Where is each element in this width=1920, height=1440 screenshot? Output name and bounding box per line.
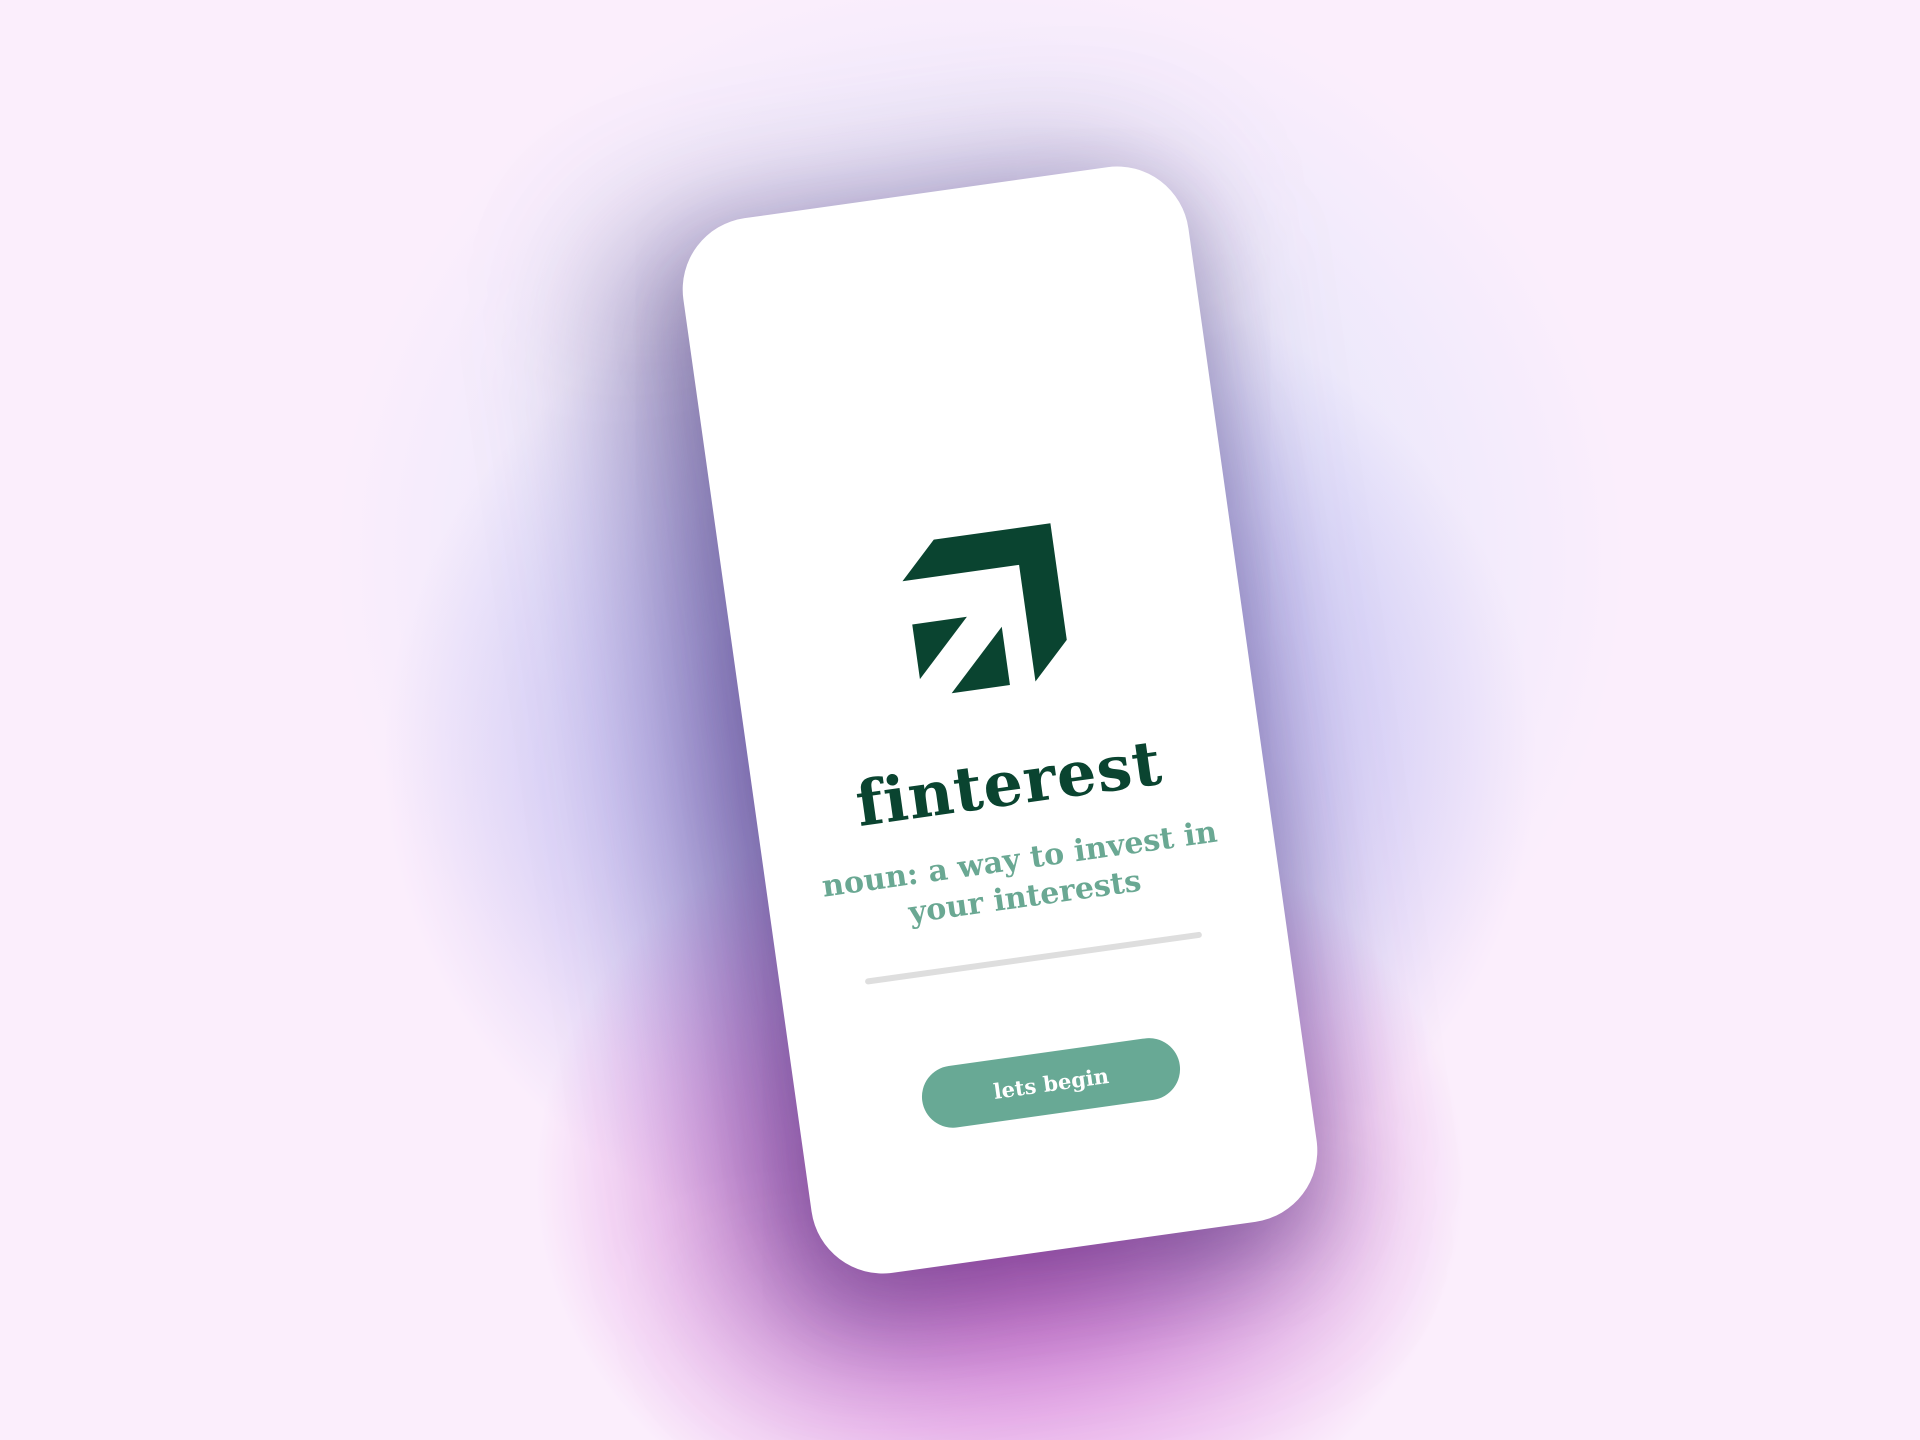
upward-arrow-logo-icon <box>902 523 1067 694</box>
divider <box>864 931 1203 985</box>
lets-begin-button[interactable]: lets begin <box>917 1034 1185 1132</box>
